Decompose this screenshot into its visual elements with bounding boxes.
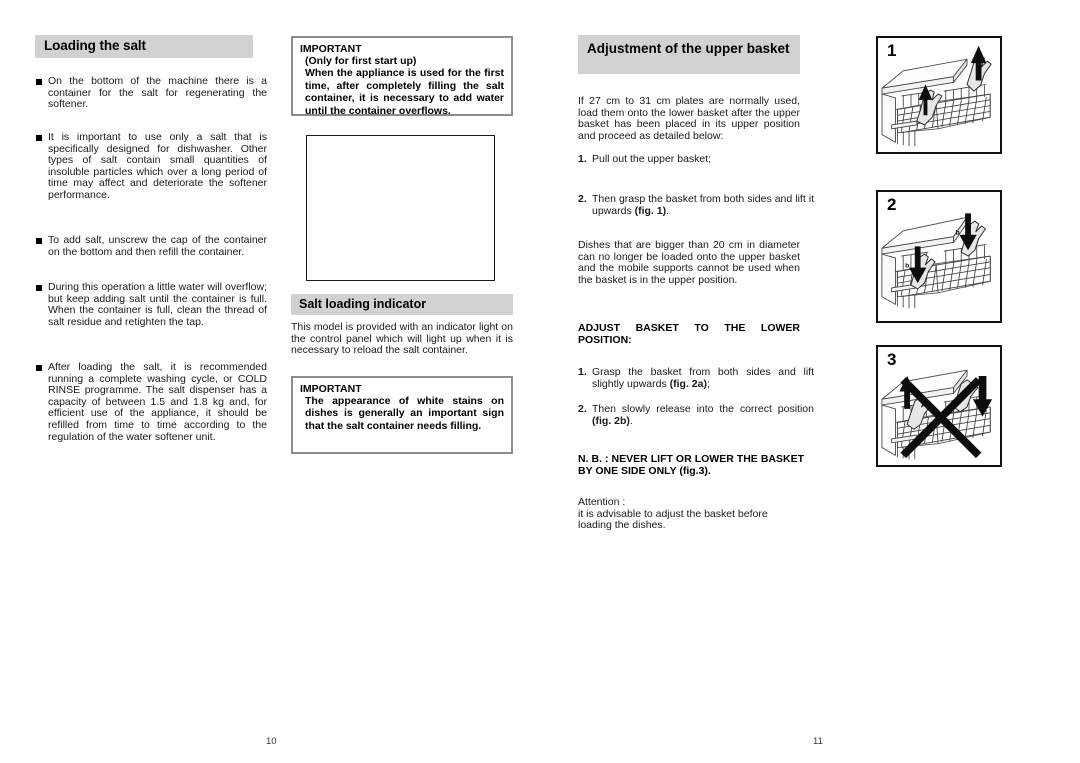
heading-adjustment-of-upper-basket: Adjustment of the upper basket xyxy=(578,35,800,74)
list-item: During this operation a little water wil… xyxy=(36,281,267,328)
step-text: Then grasp the basket from both sides an… xyxy=(592,193,814,217)
list-item-text: On the bottom of the machine there is a … xyxy=(48,75,267,111)
note-title: IMPORTANT xyxy=(300,43,362,55)
note-body: When the appliance is used for the first… xyxy=(305,67,504,117)
manual-page-spread: Loading the salt On the bottom of the ma… xyxy=(0,0,1080,763)
note-title: IMPORTANT xyxy=(300,383,362,395)
important-note-white-stains: IMPORTANT The appearance of white stains… xyxy=(291,376,513,454)
note-subtitle: (Only for first start up) xyxy=(305,55,417,67)
paragraph-plate-sizes: If 27 cm to 31 cm plates are normally us… xyxy=(578,95,800,142)
numbered-step: 2. Then slowly release into the correct … xyxy=(578,403,814,427)
paragraph-salt-loading-indicator: This model is provided with an indicator… xyxy=(291,321,513,357)
list-item: It is important to use only a salt that … xyxy=(36,131,267,202)
step-number: 2. xyxy=(578,193,587,205)
attention-text: it is advisable to adjust the basket bef… xyxy=(578,507,768,532)
step-figure-reference: (fig. 1) xyxy=(634,204,667,217)
bullet-square-icon xyxy=(36,365,42,371)
bullet-square-icon xyxy=(36,79,42,85)
attention-block: Attention : it is advisable to adjust th… xyxy=(578,496,800,532)
list-item: On the bottom of the machine there is a … xyxy=(36,75,267,111)
figure-number: 2 xyxy=(887,195,897,214)
heading-loading-the-salt: Loading the salt xyxy=(35,35,253,58)
label-b: b xyxy=(955,230,959,237)
subheading-adjust-basket-lower-position: ADJUST BASKET TO THE LOWER POSITION: xyxy=(578,322,800,347)
heading-salt-loading-indicator: Salt loading indicator xyxy=(291,294,513,315)
figure-3-never-lift-one-side: 3 xyxy=(876,345,1002,467)
step-number: 1. xyxy=(578,366,587,378)
numbered-step: 2. Then grasp the basket from both sides… xyxy=(578,193,814,217)
step-number: 2. xyxy=(578,403,587,415)
numbered-step: 1. Grasp the basket from both sides and … xyxy=(578,366,814,390)
note-nb-never-lift-one-side: N. B. : NEVER LIFT OR LOWER THE BASKET B… xyxy=(578,453,804,478)
bullet-square-icon xyxy=(36,238,42,244)
list-item: To add salt, unscrew the cap of the cont… xyxy=(36,234,267,258)
attention-label: Attention : xyxy=(578,496,626,508)
step-text-tail: . xyxy=(629,414,633,427)
list-item-text: During this operation a little water wil… xyxy=(48,281,267,328)
page-number-left: 10 xyxy=(266,736,277,747)
step-number: 1. xyxy=(578,153,587,165)
important-note-first-start: IMPORTANT (Only for first start up) When… xyxy=(291,36,513,117)
label-a: a xyxy=(915,249,919,256)
step-figure-reference: (fig. 2b) xyxy=(592,414,630,427)
step-text-tail: . xyxy=(666,204,670,217)
note-body: The appearance of white stains on dishes… xyxy=(305,395,504,432)
figure-2-lower-upper-basket: 2 a b a b xyxy=(876,190,1002,323)
salt-container-illustration-box xyxy=(306,135,495,281)
bullet-square-icon xyxy=(36,285,42,291)
list-item-text: After loading the salt, it is recommende… xyxy=(48,361,267,443)
figure-1-lift-upper-basket: 1 xyxy=(876,36,1002,154)
page-number-right: 11 xyxy=(813,736,823,747)
list-item-text: It is important to use only a salt that … xyxy=(48,131,267,201)
step-text: Then slowly release into the correct pos… xyxy=(592,403,814,415)
step-text: Pull out the upper basket; xyxy=(592,153,712,165)
step-figure-reference: (fig. 2a) xyxy=(669,377,707,390)
figure-number: 1 xyxy=(887,41,897,60)
label-a: a xyxy=(966,216,970,223)
list-item-text: To add salt, unscrew the cap of the cont… xyxy=(48,234,267,258)
paragraph-dish-diameter-limit: Dishes that are bigger than 20 cm in dia… xyxy=(578,239,800,286)
numbered-step: 1. Pull out the upper basket; xyxy=(578,153,814,166)
list-item: After loading the salt, it is recommende… xyxy=(36,361,267,443)
bullet-square-icon xyxy=(36,135,42,141)
figure-number: 3 xyxy=(887,350,897,369)
label-b: b xyxy=(905,263,909,270)
step-text-tail: ; xyxy=(706,377,710,390)
